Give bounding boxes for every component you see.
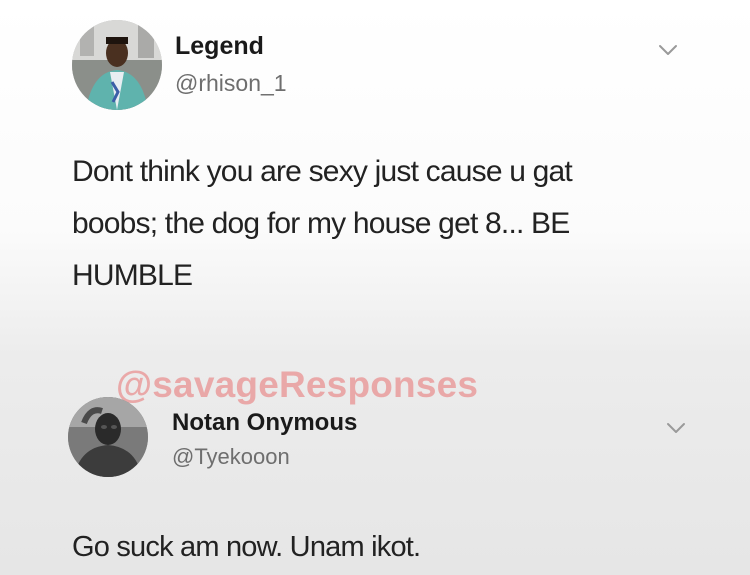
- author-avatar[interactable]: [68, 397, 148, 477]
- reply-tweet: Notan Onymous @Tyekooon Go suck am now. …: [0, 340, 750, 575]
- chevron-down-icon[interactable]: [655, 40, 681, 60]
- chevron-down-icon[interactable]: [663, 418, 689, 438]
- author-handle[interactable]: @Tyekooon: [172, 444, 290, 470]
- author-handle[interactable]: @rhison_1: [175, 70, 287, 97]
- tweet-text: Dont think you are sexy just cause u gat…: [72, 155, 573, 292]
- original-tweet: Legend @rhison_1 Dont think you are sexy…: [0, 0, 750, 340]
- tweet-text: Go suck am now. Unam ikot.: [72, 531, 421, 563]
- author-display-name[interactable]: Legend: [175, 32, 264, 61]
- author-display-name[interactable]: Notan Onymous: [172, 409, 357, 437]
- author-avatar[interactable]: [72, 20, 162, 110]
